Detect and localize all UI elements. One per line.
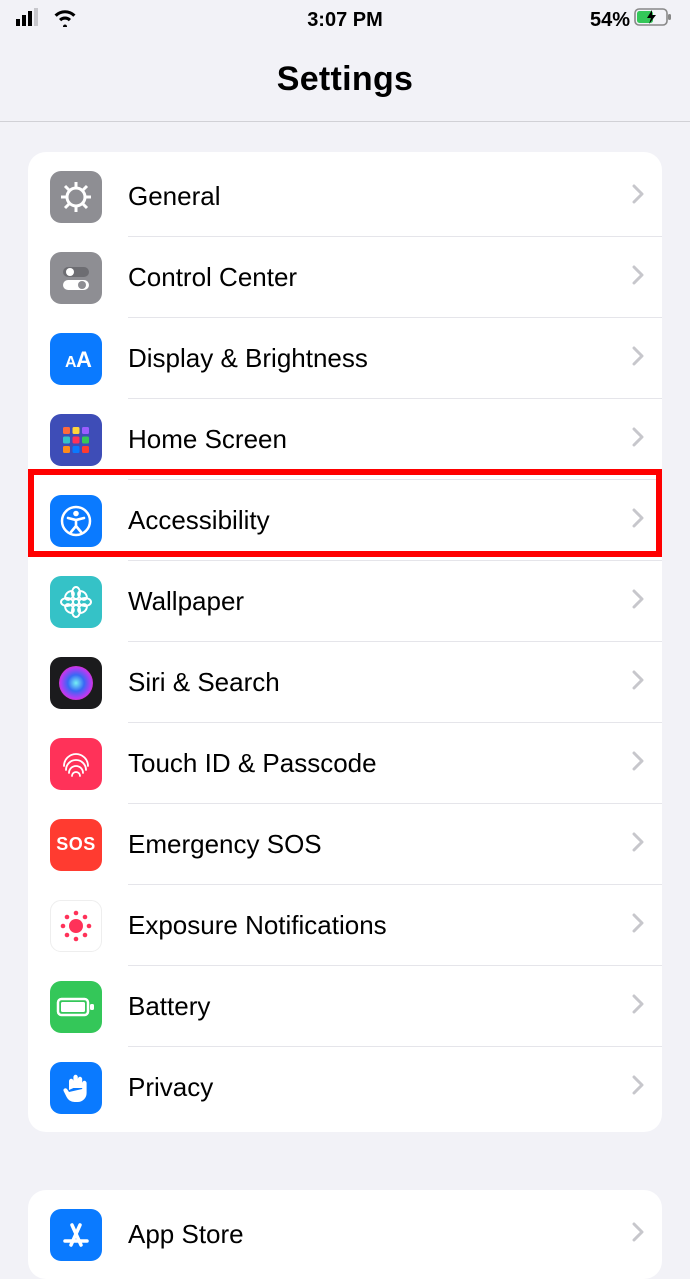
settings-row-home-screen[interactable]: Home Screen — [28, 399, 662, 480]
chevron-right-icon — [630, 1073, 646, 1102]
settings-row-wallpaper[interactable]: Wallpaper — [28, 561, 662, 642]
hand-privacy-icon — [50, 1062, 102, 1114]
chevron-right-icon — [630, 911, 646, 940]
row-label: General — [128, 181, 630, 212]
row-label: App Store — [128, 1219, 630, 1250]
chevron-right-icon — [630, 506, 646, 535]
settings-row-control-center[interactable]: Control Center — [28, 237, 662, 318]
row-label: Display & Brightness — [128, 343, 630, 374]
row-label: Battery — [128, 991, 630, 1022]
settings-row-siri-search[interactable]: Siri & Search — [28, 642, 662, 723]
row-label: Emergency SOS — [128, 829, 630, 860]
gear-icon — [50, 171, 102, 223]
text-size-icon: AA — [50, 333, 102, 385]
status-time: 3:07 PM — [235, 9, 454, 32]
chevron-right-icon — [630, 263, 646, 292]
chevron-right-icon — [630, 1220, 646, 1249]
sos-icon: SOS — [50, 819, 102, 871]
chevron-right-icon — [630, 992, 646, 1021]
app-store-icon — [50, 1209, 102, 1261]
settings-row-app-store[interactable]: App Store — [28, 1194, 662, 1275]
settings-group-main: General Control Center AA Display & Brig… — [28, 152, 662, 1132]
page-header: Settings — [0, 40, 690, 122]
settings-row-display-brightness[interactable]: AA Display & Brightness — [28, 318, 662, 399]
row-label: Privacy — [128, 1072, 630, 1103]
app-grid-icon — [50, 414, 102, 466]
svg-text:A: A — [76, 347, 92, 372]
cellular-signal-icon — [16, 8, 42, 32]
row-label: Accessibility — [128, 505, 630, 536]
settings-row-privacy[interactable]: Privacy — [28, 1047, 662, 1128]
chevron-right-icon — [630, 182, 646, 211]
status-bar: 3:07 PM 54% — [0, 0, 690, 40]
page-title: Settings — [0, 60, 690, 99]
chevron-right-icon — [630, 587, 646, 616]
chevron-right-icon — [630, 668, 646, 697]
chevron-right-icon — [630, 830, 646, 859]
siri-icon — [50, 657, 102, 709]
chevron-right-icon — [630, 749, 646, 778]
settings-row-touch-id-passcode[interactable]: Touch ID & Passcode — [28, 723, 662, 804]
settings-row-battery[interactable]: Battery — [28, 966, 662, 1047]
toggles-icon — [50, 252, 102, 304]
chevron-right-icon — [630, 425, 646, 454]
wifi-icon — [52, 7, 78, 33]
battery-icon — [634, 7, 674, 33]
exposure-icon — [50, 900, 102, 952]
accessibility-icon — [50, 495, 102, 547]
row-label: Exposure Notifications — [128, 910, 630, 941]
chevron-right-icon — [630, 344, 646, 373]
row-label: Siri & Search — [128, 667, 630, 698]
row-label: Wallpaper — [128, 586, 630, 617]
settings-row-exposure-notifications[interactable]: Exposure Notifications — [28, 885, 662, 966]
settings-group-secondary: App Store — [28, 1190, 662, 1279]
settings-row-emergency-sos[interactable]: SOS Emergency SOS — [28, 804, 662, 885]
row-label: Home Screen — [128, 424, 630, 455]
row-label: Touch ID & Passcode — [128, 748, 630, 779]
settings-row-accessibility[interactable]: Accessibility — [28, 480, 662, 561]
battery-full-icon — [50, 981, 102, 1033]
fingerprint-icon — [50, 738, 102, 790]
row-label: Control Center — [128, 262, 630, 293]
battery-percent: 54% — [590, 9, 630, 32]
settings-row-general[interactable]: General — [28, 156, 662, 237]
flower-icon — [50, 576, 102, 628]
